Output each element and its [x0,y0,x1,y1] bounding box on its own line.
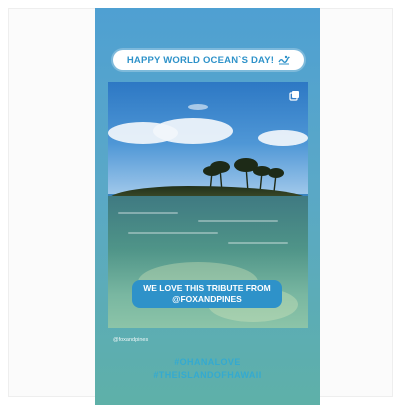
ripple [198,220,278,222]
ripple [128,232,218,234]
copy-icon [289,91,299,101]
tribute-line-2: @FOXANDPINES [172,294,242,304]
cloud [188,104,208,110]
hashtag-ohanalove[interactable]: #OHANALOVE [95,357,320,367]
ripple [118,212,178,214]
story-card[interactable]: HAPPY WORLD OCEAN`S DAY! WE LOVE THIS TR… [95,8,320,405]
wave-icon [278,55,290,65]
headline-text: HAPPY WORLD OCEAN`S DAY! [126,54,275,66]
ripple [228,242,288,244]
hashtag-theislandofhawaii[interactable]: #THEISLANDOFHAWAII [95,370,320,380]
headline-sticker: HAPPY WORLD OCEAN`S DAY! [113,50,304,70]
tribute-sticker: WE LOVE THIS TRIBUTE FROM @FOXANDPINES [132,280,282,308]
cloud [258,130,308,146]
photo-credit: @foxandpines [113,337,149,343]
tribute-line-1: WE LOVE THIS TRIBUTE FROM [143,283,271,293]
cloud [153,118,233,144]
